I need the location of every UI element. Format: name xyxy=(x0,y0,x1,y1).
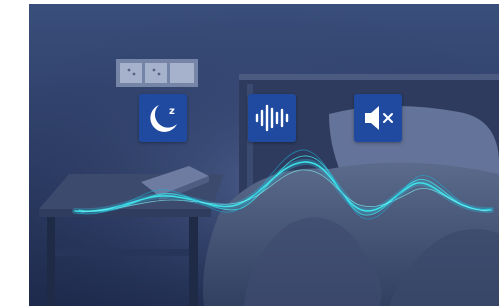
mute-button[interactable] xyxy=(354,94,402,142)
sleep-badge-label: z xyxy=(169,106,175,117)
sleep-mode-button[interactable]: z xyxy=(139,94,187,142)
wall-socket xyxy=(116,59,198,87)
speaker-mute-icon xyxy=(354,94,402,142)
white-noise-button[interactable] xyxy=(248,94,296,142)
sleep-moon-icon: z xyxy=(139,94,187,142)
bedroom-scene xyxy=(29,4,499,306)
bedroom-photo: z xyxy=(29,4,499,306)
sound-wave-icon xyxy=(248,94,296,142)
